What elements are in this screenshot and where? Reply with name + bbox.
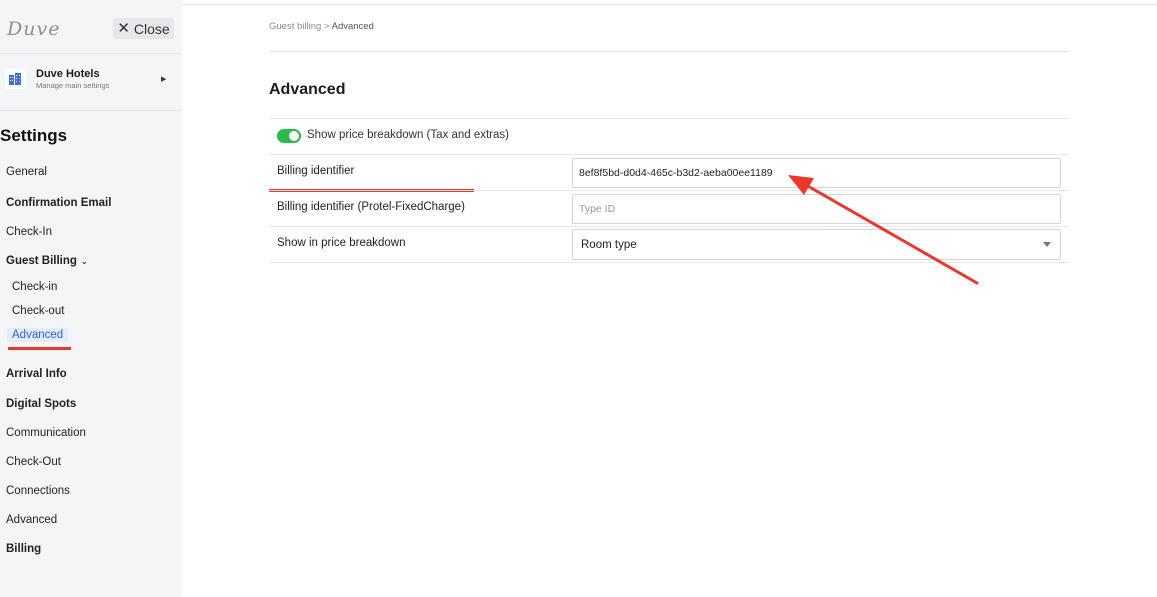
sidebar-item-billing[interactable]: Billing: [6, 543, 41, 555]
divider: [269, 190, 1069, 191]
sidebar-item-communication[interactable]: Communication: [6, 427, 86, 439]
divider: [269, 154, 1069, 155]
page-title: Advanced: [269, 81, 346, 98]
divider: [0, 110, 182, 111]
caret-right-icon: ▶: [161, 76, 167, 83]
sidebar-item-guest-billing[interactable]: Guest Billing ⌄: [6, 255, 88, 267]
annotation-underline: [8, 347, 71, 350]
billing-identifier-protel-input[interactable]: [572, 194, 1061, 224]
close-button[interactable]: ✕ Close: [113, 18, 174, 39]
toggle-knob: [289, 131, 299, 141]
sidebar-subitem-check-in[interactable]: Check-in: [12, 281, 57, 293]
sidebar-item-check-in[interactable]: Check-In: [6, 226, 52, 238]
sidebar-subitem-check-out[interactable]: Check-out: [12, 305, 64, 317]
settings-title: Settings: [0, 126, 68, 145]
breadcrumb: Guest billing > Advanced: [269, 21, 374, 32]
sidebar-item-label: Guest Billing: [6, 255, 77, 267]
divider: [182, 4, 1157, 5]
hotel-subtitle: Manage main settings: [36, 81, 110, 90]
divider: [0, 53, 182, 54]
sidebar-item-check-out[interactable]: Check-Out: [6, 456, 61, 468]
divider: [269, 51, 1069, 52]
close-icon: ✕: [117, 20, 130, 37]
building-icon: [5, 69, 25, 89]
sidebar-subitem-advanced[interactable]: Advanced: [7, 328, 69, 342]
hotel-name: Duve Hotels: [36, 68, 100, 80]
sidebar-item-advanced[interactable]: Advanced: [6, 514, 57, 526]
caret-down-icon: [1043, 242, 1051, 247]
billing-identifier-input[interactable]: [572, 158, 1061, 188]
close-label: Close: [133, 20, 170, 37]
sidebar-item-confirmation-email[interactable]: Confirmation Email: [6, 197, 111, 209]
select-value: Room type: [581, 238, 637, 251]
price-breakdown-toggle[interactable]: [277, 129, 301, 143]
hotel-selector[interactable]: Duve Hotels Manage main settings ▶: [0, 60, 182, 100]
show-in-breakdown-label: Show in price breakdown: [277, 237, 406, 249]
divider: [269, 118, 1069, 119]
billing-identifier-protel-label: Billing identifier (Protel-FixedCharge): [277, 201, 465, 213]
divider: [269, 262, 1069, 263]
sidebar-item-connections[interactable]: Connections: [6, 485, 70, 497]
sidebar-item-arrival-info[interactable]: Arrival Info: [6, 368, 67, 380]
duve-logo: Duve: [7, 18, 61, 40]
toggle-label: Show price breakdown (Tax and extras): [307, 129, 509, 141]
breadcrumb-parent[interactable]: Guest billing: [269, 21, 321, 32]
chevron-down-icon: ⌄: [80, 257, 88, 266]
breadcrumb-separator: >: [323, 21, 330, 32]
sidebar-item-general[interactable]: General: [6, 166, 47, 178]
sidebar: Duve ✕ Close Duve Hotels Manage main set…: [0, 0, 182, 597]
billing-identifier-label: Billing identifier: [277, 165, 355, 177]
sidebar-item-digital-spots[interactable]: Digital Spots: [6, 398, 76, 410]
breadcrumb-current: Advanced: [331, 21, 374, 32]
show-in-breakdown-select[interactable]: Room type: [572, 229, 1061, 260]
divider: [269, 226, 1069, 227]
